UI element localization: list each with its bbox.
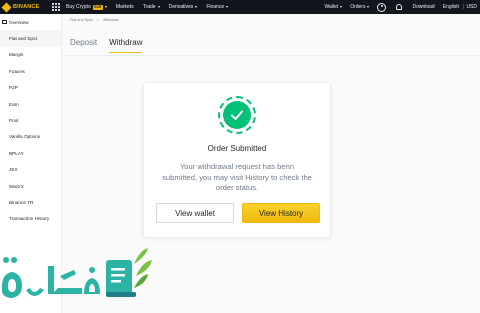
bell-icon[interactable] xyxy=(396,4,403,10)
nav-language[interactable]: English xyxy=(443,4,459,10)
sidebar-item-binance-tr[interactable]: Binance TR xyxy=(0,194,61,210)
nav-orders-label: Orders xyxy=(350,4,366,10)
sidebar-item-label: Earn xyxy=(9,101,19,107)
chevron-down-icon xyxy=(367,6,370,8)
sidebar-item-futures[interactable]: Futures xyxy=(0,63,61,79)
sidebar-item-label: P2P xyxy=(9,85,18,91)
sidebar-item-label: JEX xyxy=(9,167,18,173)
dialog-title: Order Submitted xyxy=(207,144,267,153)
nav-download[interactable]: Download xyxy=(412,4,434,10)
nav-wallet[interactable]: Wallet xyxy=(324,4,343,10)
sidebar-item-label: Fiat and Spot xyxy=(9,36,37,42)
sidebar-item-label: Margin xyxy=(9,52,24,58)
success-ring xyxy=(218,96,256,134)
nav-trade[interactable]: Trade xyxy=(143,4,160,10)
sidebar-item-label: Pool xyxy=(9,118,19,124)
nav-derivatives-label: Derivatives xyxy=(168,4,194,10)
chevron-down-icon xyxy=(104,6,107,8)
sidebar-item-fiat-and-spot[interactable]: Fiat and Spot xyxy=(0,30,61,47)
nav-trade-label: Trade xyxy=(142,4,156,10)
check-icon xyxy=(223,101,251,129)
sidebar-item-pool[interactable]: Pool xyxy=(0,112,61,128)
sidebar-item-earn[interactable]: Earn xyxy=(0,96,61,112)
chevron-down-icon xyxy=(226,6,229,8)
logo-text: BINANCE xyxy=(13,4,40,10)
sidebar-item-p2p[interactable]: P2P xyxy=(0,80,61,96)
sidebar-item-label: Overview xyxy=(9,19,29,25)
sidebar-item-wazirx[interactable]: WazirX xyxy=(0,178,61,194)
top-navbar: BINANCE Buy Crypto EUR Markets Trade Der… xyxy=(0,0,480,14)
tab-withdraw[interactable]: Withdraw xyxy=(109,38,143,53)
user-icon[interactable] xyxy=(377,2,387,12)
nav-markets-label: Markets xyxy=(115,4,134,10)
breadcrumb: Fiat and Spot > Withdraw xyxy=(70,18,119,22)
chevron-down-icon xyxy=(195,6,198,8)
sidebar-item-overview[interactable]: Overview xyxy=(0,14,61,30)
fikra-watermark-logo xyxy=(0,246,155,313)
sidebar-item-bplay[interactable]: BPLAY xyxy=(0,145,61,161)
tab-divider xyxy=(62,55,480,56)
view-history-button[interactable]: View History xyxy=(242,203,320,223)
nav-currency[interactable]: USD xyxy=(466,4,477,10)
order-submitted-card: Order Submitted Your withdrawal request … xyxy=(143,82,331,238)
sidebar-item-vanilla-options[interactable]: Vanilla Options xyxy=(0,129,61,145)
sidebar-item-label: Binance TR xyxy=(9,199,34,205)
sidebar-item-margin[interactable]: Margin xyxy=(0,47,61,63)
wallet-icon xyxy=(2,20,7,25)
nav-buy-crypto-label: Buy Crypto xyxy=(66,4,91,10)
dialog-message: Your withdrawal request has benn submitt… xyxy=(162,162,312,192)
sidebar-item-label: Futures xyxy=(9,68,25,74)
breadcrumb-withdraw: Withdraw xyxy=(102,18,119,22)
sidebar-item-label: WazirX xyxy=(9,183,24,189)
sidebar-item-label: Transaction History xyxy=(9,216,50,222)
nav-buy-crypto[interactable]: Buy Crypto EUR xyxy=(66,4,107,10)
nav-right-group: Wallet Orders Download English | USD xyxy=(324,0,480,14)
apps-grid-icon[interactable] xyxy=(52,3,60,11)
nav-finance-label: Finance xyxy=(206,4,225,10)
tab-deposit[interactable]: Deposit xyxy=(70,38,97,53)
sidebar-item-label: Vanilla Options xyxy=(9,134,41,140)
nav-orders[interactable]: Orders xyxy=(350,4,370,10)
sidebar-item-jex[interactable]: JEX xyxy=(0,162,61,178)
binance-logo-icon xyxy=(1,2,12,12)
nav-markets[interactable]: Markets xyxy=(116,4,134,10)
chevron-down-icon xyxy=(157,6,160,8)
chevron-down-icon xyxy=(340,6,343,8)
nav-divider: | xyxy=(463,4,465,10)
nav-wallet-label: Wallet xyxy=(324,4,339,10)
nav-derivatives[interactable]: Derivatives xyxy=(169,4,198,10)
sidebar-item-label: BPLAY xyxy=(9,150,24,156)
binance-logo[interactable]: BINANCE xyxy=(0,2,50,12)
sidebar-item-transaction-history[interactable]: Transaction History xyxy=(0,211,61,227)
nav-finance[interactable]: Finance xyxy=(206,4,229,10)
view-wallet-button[interactable]: View wallet xyxy=(156,203,234,223)
breadcrumb-fiat-and-spot[interactable]: Fiat and Spot xyxy=(70,18,93,22)
tab-bar: Deposit Withdraw xyxy=(70,38,143,53)
currency-badge: EUR xyxy=(92,4,103,10)
breadcrumb-separator: > xyxy=(96,18,99,22)
